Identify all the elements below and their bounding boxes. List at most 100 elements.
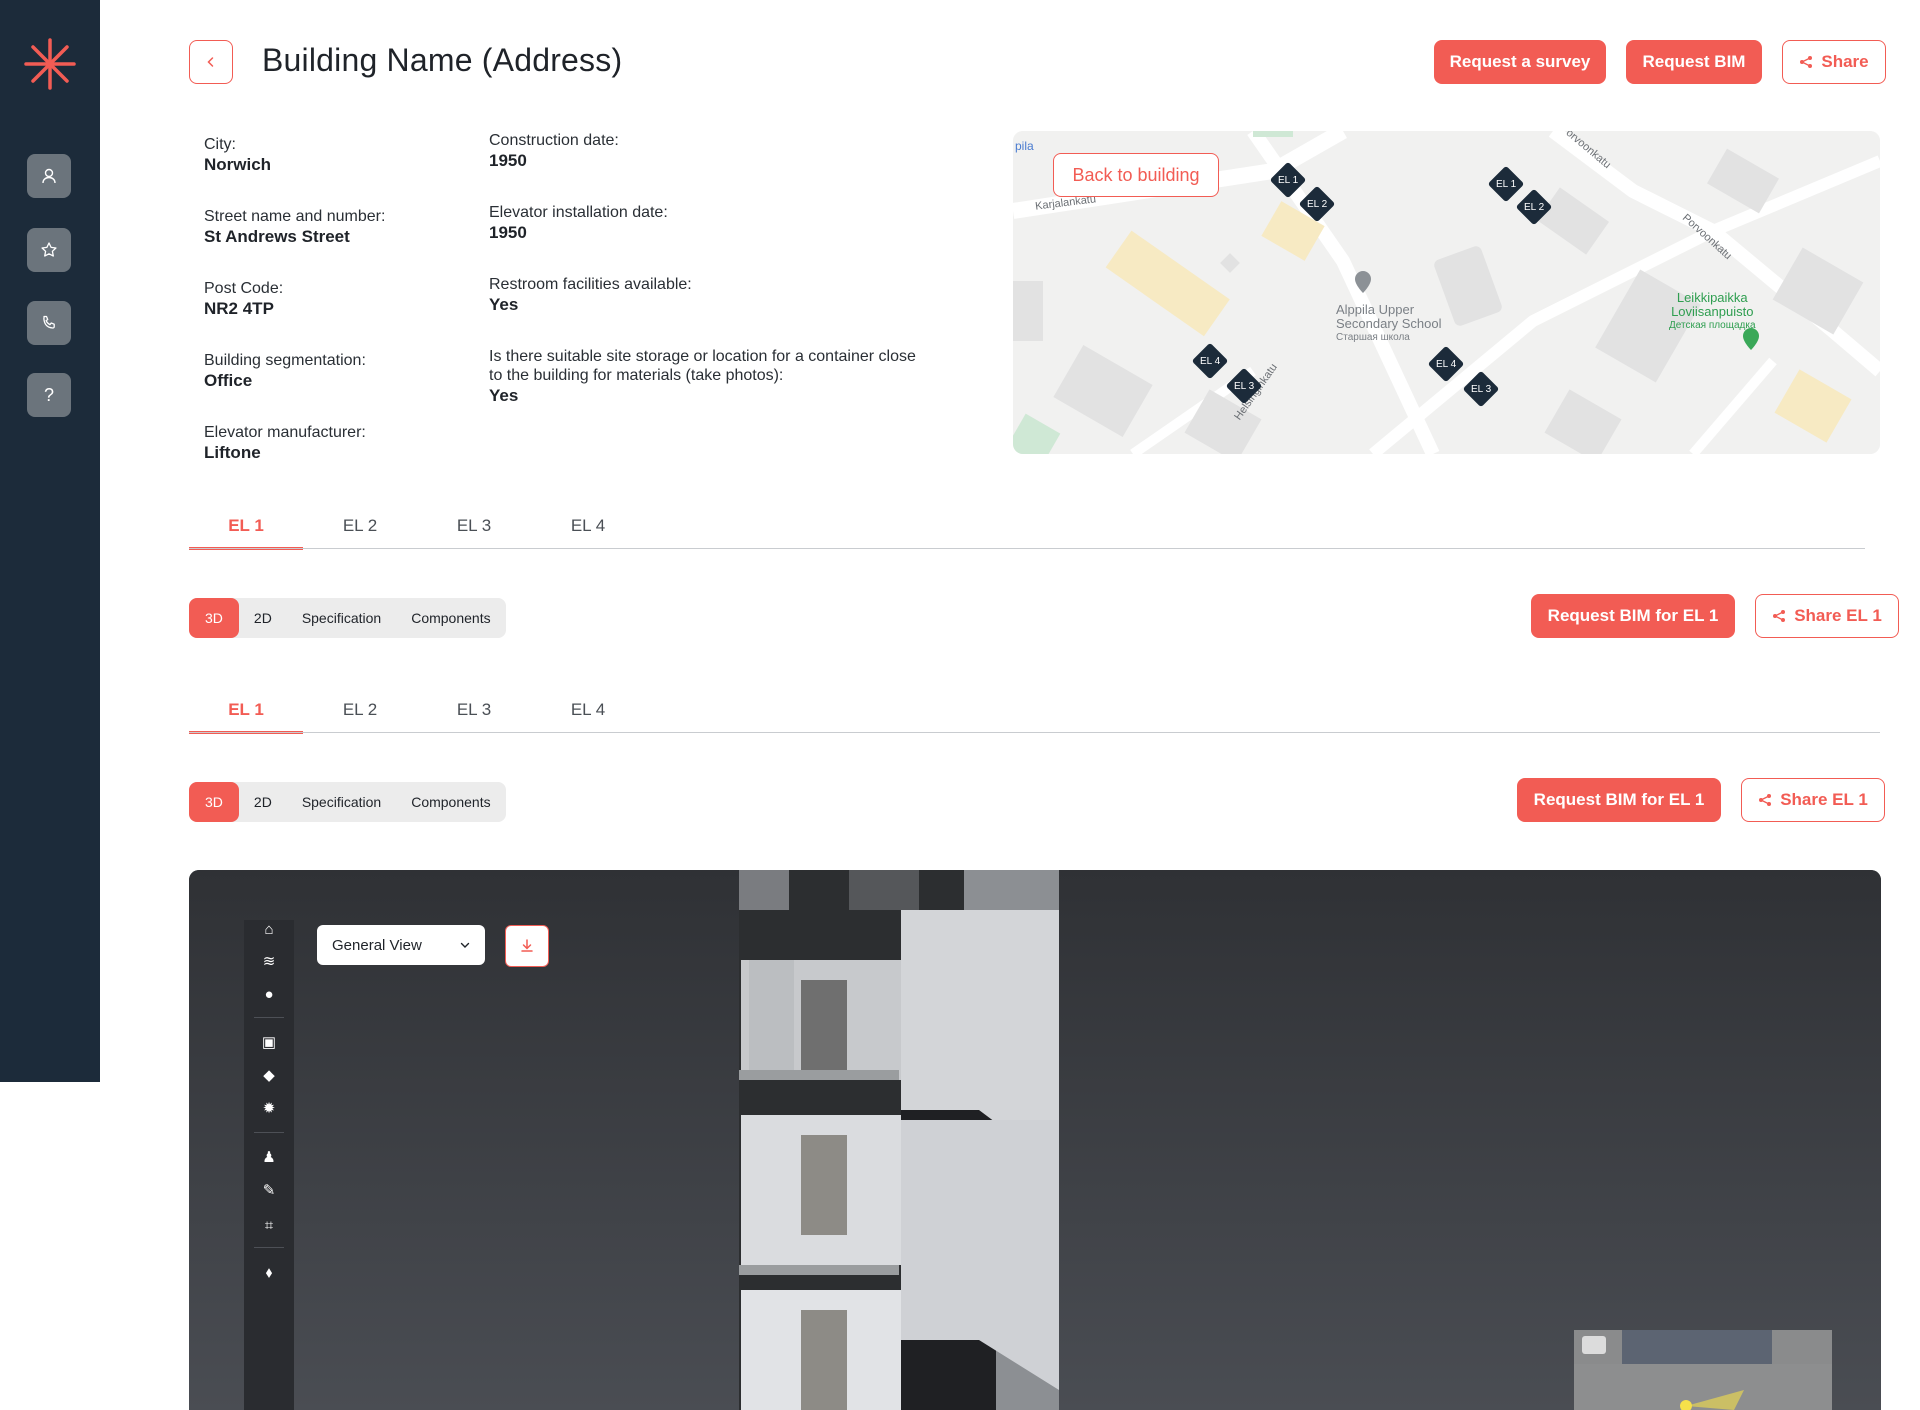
view-mode-2d[interactable]: 2D (239, 782, 287, 822)
user-icon (42, 168, 56, 184)
info-value: St Andrews Street (204, 227, 350, 246)
person-pin-icon[interactable]: ♟ (259, 1148, 279, 1168)
share-el-label: Share EL 1 (1780, 790, 1868, 809)
share-icon (1759, 794, 1772, 806)
map-marker-label: EL 4 (1436, 359, 1457, 370)
building-map[interactable]: pila Karjalankatu orvoonkatu Porvoonkatu… (1013, 131, 1880, 454)
sidebar-item-help[interactable]: ? (27, 373, 71, 417)
viewer-minimap[interactable] (1574, 1330, 1832, 1410)
info-value: 1950 (489, 223, 527, 242)
back-button[interactable] (189, 40, 233, 84)
info-value: Yes (489, 295, 519, 314)
tab-el-2[interactable]: EL 2 (303, 506, 417, 550)
park-name-line-2: Loviisanpuisto (1671, 304, 1754, 319)
asterisk-logo[interactable] (22, 36, 78, 92)
school-name-line-1: Alppila Upper (1336, 302, 1415, 317)
share-button[interactable]: Share (1782, 40, 1886, 84)
info-value: NR2 4TP (204, 299, 274, 318)
share-icon (1800, 56, 1813, 68)
info-segmentation: Building segmentation: Office (204, 351, 366, 392)
view-mode-specification[interactable]: Specification (287, 598, 396, 638)
view-mode-components[interactable]: Components (396, 598, 505, 638)
crop-icon[interactable]: ⌗ (259, 1216, 279, 1236)
info-label: Restroom facilities available: (489, 276, 692, 293)
view-mode-components[interactable]: Components (396, 782, 505, 822)
tabs-divider (189, 548, 1865, 549)
view-mode-2d[interactable]: 2D (239, 598, 287, 638)
school-name-ru: Старшая школа (1336, 332, 1410, 343)
settings-icon[interactable]: ✹ (259, 1099, 279, 1119)
toolbar-divider (254, 1132, 284, 1133)
tab-el-3[interactable]: EL 3 (417, 690, 531, 734)
toolbar-divider (254, 1017, 284, 1018)
info-post-code: Post Code: NR2 4TP (204, 279, 283, 320)
park-name-line-1: Leikkipaikka (1676, 290, 1748, 305)
request-bim-el-button[interactable]: Request BIM for EL 1 (1517, 778, 1721, 822)
request-survey-button[interactable]: Request a survey (1434, 40, 1606, 84)
layers-icon[interactable]: ≋ (259, 952, 279, 972)
map-label-park: Leikkipaikka Loviisanpuisto Детская площ… (1669, 291, 1756, 333)
home-icon[interactable]: ⌂ (259, 920, 279, 940)
phone-icon (43, 315, 55, 329)
grid-icon[interactable] (1582, 1336, 1606, 1354)
tag-icon[interactable]: ⬧ (259, 1263, 279, 1283)
screen-icon[interactable]: ▣ (259, 1033, 279, 1053)
view-mode-switch: 3D 2D Specification Components (189, 782, 506, 822)
ruler-icon[interactable]: ✎ (259, 1181, 279, 1201)
viewer-toolbar: ⌂ ≋ ● ▣ ◆ ✹ ♟ ✎ ⌗ ⬧ (244, 920, 294, 1410)
map-marker-label: EL 2 (1524, 202, 1545, 213)
info-label: Elevator installation date: (489, 204, 668, 221)
elevator-tabs: EL 1 EL 2 EL 3 EL 4 (189, 690, 645, 734)
sidebar-item-profile[interactable] (27, 154, 71, 198)
info-restroom: Restroom facilities available: Yes (489, 275, 692, 316)
share-el-button[interactable]: Share EL 1 (1755, 594, 1899, 638)
info-value: Liftone (204, 443, 261, 462)
sidebar-item-contact[interactable] (27, 301, 71, 345)
view-mode-switch: 3D 2D Specification Components (189, 598, 506, 638)
tab-el-2[interactable]: EL 2 (303, 690, 417, 734)
info-site-storage: Is there suitable site storage or locati… (489, 347, 919, 407)
info-label: Street name and number: (204, 208, 386, 225)
share-el-button[interactable]: Share EL 1 (1741, 778, 1885, 822)
sphere-icon[interactable]: ● (259, 985, 279, 1005)
chevron-down-icon (460, 942, 470, 948)
3d-viewer[interactable]: ⌂ ≋ ● ▣ ◆ ✹ ♟ ✎ ⌗ ⬧ General View (189, 870, 1881, 1410)
tab-el-1[interactable]: EL 1 (189, 506, 303, 550)
info-label: Building segmentation: (204, 352, 366, 369)
tabs-divider (189, 732, 1880, 733)
view-select[interactable]: General View (317, 925, 485, 965)
help-icon: ? (43, 384, 54, 405)
info-label: City: (204, 136, 236, 153)
info-value: Office (204, 371, 253, 390)
back-to-building-button[interactable]: Back to building (1053, 153, 1219, 197)
tab-el-4[interactable]: EL 4 (531, 506, 645, 550)
sidebar: ? (0, 0, 100, 1082)
tab-el-1[interactable]: EL 1 (189, 690, 303, 734)
view-mode-3d[interactable]: 3D (189, 782, 239, 822)
view-select-value: General View (332, 936, 422, 954)
map-marker-label: EL 2 (1307, 199, 1328, 210)
map-marker-label: EL 3 (1234, 381, 1255, 392)
request-bim-button[interactable]: Request BIM (1626, 40, 1762, 84)
info-label: Post Code: (204, 280, 284, 297)
view-mode-3d[interactable]: 3D (189, 598, 239, 638)
request-bim-el-button[interactable]: Request BIM for EL 1 (1531, 594, 1735, 638)
share-label: Share (1821, 52, 1869, 71)
toolbar-divider (254, 1247, 284, 1248)
share-icon (1773, 610, 1786, 622)
tab-el-4[interactable]: EL 4 (531, 690, 645, 734)
sidebar-item-favorites[interactable] (27, 228, 71, 272)
info-manufacturer: Elevator manufacturer: Liftone (204, 423, 366, 464)
info-label: Elevator manufacturer: (204, 424, 366, 441)
view-mode-specification[interactable]: Specification (287, 782, 396, 822)
minimap-view (1574, 1330, 1832, 1410)
info-label: Construction date: (489, 132, 619, 149)
elevator-tabs: EL 1 EL 2 EL 3 EL 4 (189, 506, 645, 550)
download-button[interactable] (505, 925, 549, 967)
map-marker-label: EL 1 (1496, 179, 1517, 190)
camera-icon[interactable]: ◆ (259, 1066, 279, 1086)
map-marker-label: EL 3 (1471, 384, 1492, 395)
tab-el-3[interactable]: EL 3 (417, 506, 531, 550)
share-el-label: Share EL 1 (1794, 606, 1882, 625)
download-icon (521, 939, 533, 952)
